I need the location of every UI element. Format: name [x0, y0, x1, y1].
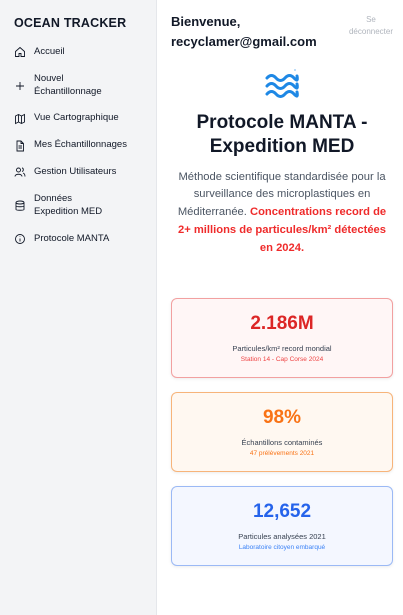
app-root: OCEAN TRACKER Accueil Nouvel Échantillon…	[0, 0, 403, 615]
stat-note: Laboratoire citoyen embarqué	[238, 544, 326, 552]
sidebar-item-label: Vue Cartographique	[34, 112, 119, 124]
page-description: Méthode scientifique standardisée pour l…	[171, 169, 393, 259]
welcome-message: Bienvenue, recyclamer@gmail.com	[171, 12, 317, 51]
sidebar-item-protocole-manta[interactable]: Protocole MANTA	[14, 233, 146, 246]
stat-label: Particules/km² record mondial	[232, 344, 332, 354]
plus-icon	[14, 80, 26, 92]
topbar: Bienvenue, recyclamer@gmail.com Se décon…	[171, 12, 393, 51]
home-icon	[14, 46, 26, 58]
users-icon	[14, 166, 26, 178]
map-icon	[14, 113, 26, 125]
sidebar-item-mes-echantillonnages[interactable]: Mes Échantillonnages	[14, 139, 146, 152]
stat-card-particules: 12,652 Particules analysées 2021 Laborat…	[171, 486, 393, 567]
sidebar: OCEAN TRACKER Accueil Nouvel Échantillon…	[0, 0, 157, 615]
main-content: Bienvenue, recyclamer@gmail.com Se décon…	[157, 0, 403, 615]
sidebar-item-label: Données Expedition MED	[34, 192, 103, 217]
logout-label-line2: déconnecter	[348, 26, 393, 36]
stat-value: 12,652	[252, 501, 312, 523]
database-icon	[14, 200, 26, 212]
logout-label-line1: Se	[366, 15, 376, 24]
stat-card-contamines: 98% Échantillons contaminés 47 prélèveme…	[171, 392, 393, 473]
document-icon	[14, 140, 26, 152]
stat-value: 2.186M	[250, 313, 314, 335]
sidebar-item-gestion-utilisateurs[interactable]: Gestion Utilisateurs	[14, 166, 146, 179]
logout-button[interactable]: Se déconnecter	[349, 14, 393, 37]
stat-label: Échantillons contaminés	[241, 438, 323, 448]
info-icon	[14, 233, 26, 245]
page-title: Protocole MANTA - Expedition MED	[196, 112, 368, 157]
welcome-greeting: Bienvenue,	[171, 14, 241, 29]
sidebar-item-label: Accueil	[34, 46, 65, 57]
waves-icon	[171, 67, 393, 101]
stat-note: Station 14 - Cap Corse 2024	[240, 356, 324, 364]
sidebar-item-label: Nouvel Échantillonnage	[34, 72, 102, 97]
user-email: recyclamer@gmail.com	[171, 33, 317, 49]
sidebar-item-label: Protocole MANTA	[34, 232, 110, 244]
brand-title: OCEAN TRACKER	[14, 16, 127, 30]
sidebar-item-nouvel-echantillonnage[interactable]: Nouvel Échantillonnage	[14, 73, 146, 99]
sidebar-item-label: Gestion Utilisateurs	[34, 166, 117, 178]
stat-note: 47 prélèvements 2021	[249, 450, 315, 458]
sidebar-item-donnees-expedition-med[interactable]: Données Expedition MED	[14, 193, 146, 219]
stat-value: 98%	[262, 407, 302, 429]
stat-card-record: 2.186M Particules/km² record mondial Sta…	[171, 298, 393, 379]
sidebar-item-label: Mes Échantillonnages	[34, 139, 127, 151]
sidebar-item-vue-cartographique[interactable]: Vue Cartographique	[14, 112, 146, 125]
sidebar-item-accueil[interactable]: Accueil	[14, 46, 146, 59]
stat-label: Particules analysées 2021	[238, 532, 326, 542]
